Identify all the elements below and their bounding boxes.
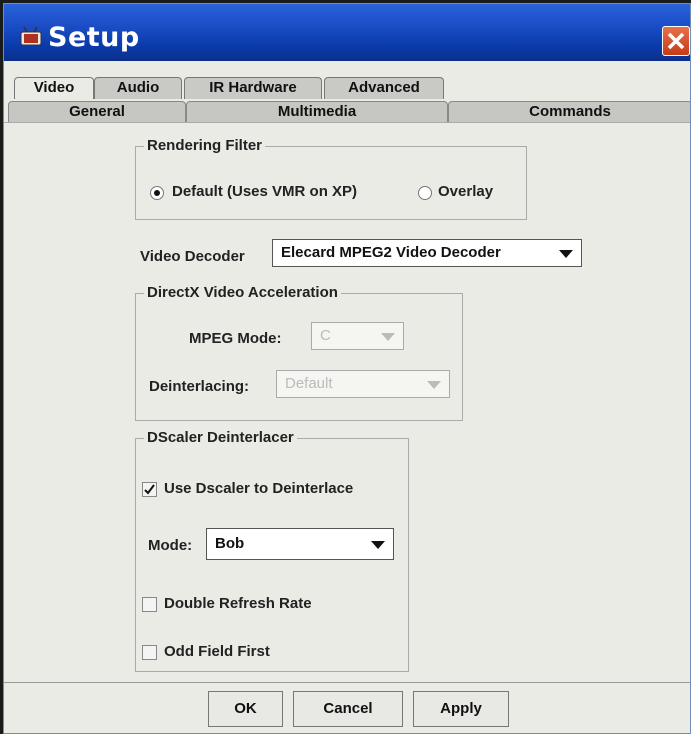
- chevron-down-icon: [559, 250, 573, 258]
- mpeg-mode-label: MPEG Mode:: [189, 330, 282, 347]
- tab-commands[interactable]: Commands: [448, 101, 690, 122]
- tab-general[interactable]: General: [8, 101, 186, 122]
- cancel-button[interactable]: Cancel: [293, 691, 403, 727]
- video-settings-panel: Rendering Filter Default (Uses VMR on XP…: [4, 122, 690, 683]
- tab-advanced[interactable]: Advanced: [324, 77, 444, 99]
- chevron-down-icon: [427, 381, 441, 389]
- mode-value: Bob: [215, 535, 245, 552]
- apply-button[interactable]: Apply: [413, 691, 509, 727]
- use-dscaler-label[interactable]: Use Dscaler to Deinterlace: [164, 480, 353, 497]
- use-dscaler-checkbox[interactable]: [142, 482, 157, 497]
- video-decoder-label: Video Decoder: [140, 248, 245, 265]
- close-icon: [667, 32, 685, 50]
- double-refresh-checkbox[interactable]: [142, 597, 157, 612]
- rendering-filter-legend: Rendering Filter: [144, 137, 266, 154]
- video-decoder-select[interactable]: Elecard MPEG2 Video Decoder: [272, 239, 582, 267]
- tab-multimedia[interactable]: Multimedia: [186, 101, 448, 122]
- setup-window: Setup Video Audio IR Hardware Advanced G…: [3, 3, 691, 734]
- chevron-down-icon: [371, 541, 385, 549]
- deinterlacing-value: Default: [285, 375, 333, 392]
- tab-audio[interactable]: Audio: [94, 77, 182, 99]
- directx-legend: DirectX Video Acceleration: [144, 284, 341, 301]
- deinterlacing-label: Deinterlacing:: [149, 378, 250, 395]
- dialog-button-bar: OK Cancel Apply: [4, 682, 690, 733]
- mode-select[interactable]: Bob: [206, 528, 394, 560]
- window-title: Setup: [48, 22, 140, 53]
- tab-video[interactable]: Video: [14, 77, 94, 99]
- mode-label: Mode:: [148, 537, 193, 554]
- tab-ir-hardware[interactable]: IR Hardware: [184, 77, 322, 99]
- default-radio[interactable]: [150, 186, 164, 200]
- close-button[interactable]: [662, 26, 690, 56]
- overlay-radio[interactable]: [418, 186, 432, 200]
- dscaler-legend: DScaler Deinterlacer: [144, 429, 297, 446]
- tab-strip: Video Audio IR Hardware Advanced General…: [4, 61, 690, 122]
- odd-field-first-label[interactable]: Odd Field First: [164, 643, 270, 660]
- checkmark-icon: [144, 484, 155, 495]
- directx-acceleration-group: DirectX Video Acceleration MPEG Mode: C …: [135, 284, 463, 421]
- mpeg-mode-select[interactable]: C: [311, 322, 404, 350]
- deinterlacing-select[interactable]: Default: [276, 370, 450, 398]
- ok-button[interactable]: OK: [208, 691, 283, 727]
- rendering-filter-group: Rendering Filter Default (Uses VMR on XP…: [135, 137, 527, 220]
- odd-field-first-checkbox[interactable]: [142, 645, 157, 660]
- chevron-down-icon: [381, 333, 395, 341]
- video-decoder-value: Elecard MPEG2 Video Decoder: [281, 244, 501, 261]
- default-radio-label[interactable]: Default (Uses VMR on XP): [172, 183, 357, 200]
- overlay-radio-label[interactable]: Overlay: [438, 183, 493, 200]
- double-refresh-label[interactable]: Double Refresh Rate: [164, 595, 312, 612]
- tv-app-icon: [20, 26, 42, 46]
- title-bar[interactable]: Setup: [4, 4, 690, 61]
- dscaler-group: DScaler Deinterlacer Use Dscaler to Dein…: [135, 429, 409, 672]
- sub-tab-row: General Multimedia Commands: [4, 101, 690, 122]
- mpeg-mode-value: C: [320, 327, 331, 344]
